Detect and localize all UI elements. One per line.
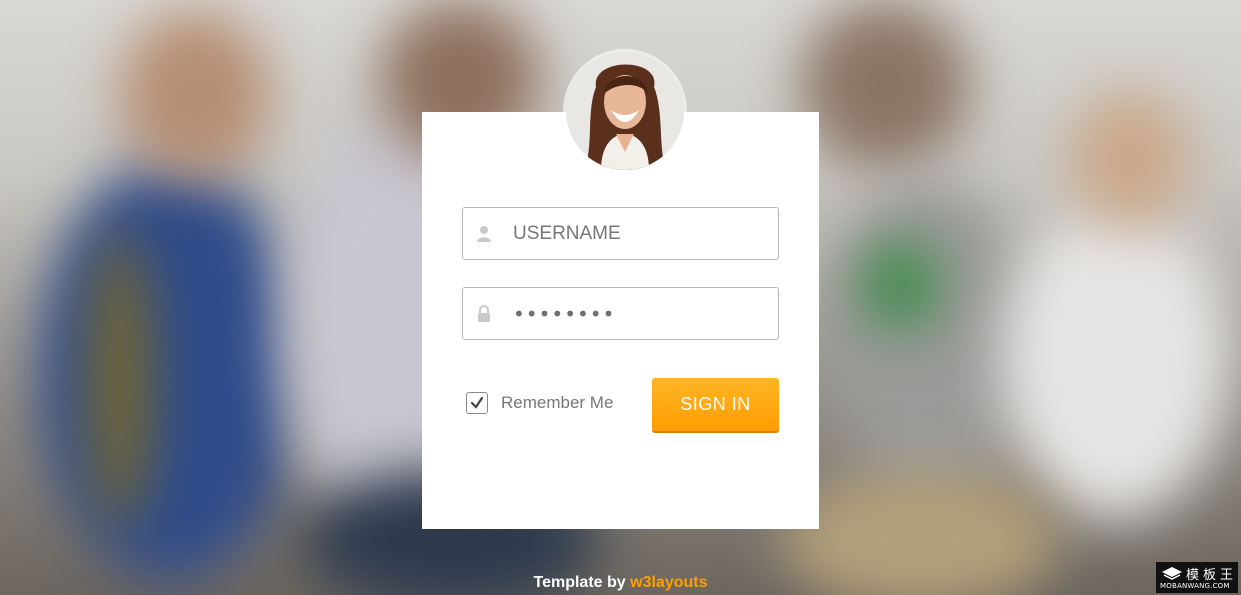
user-icon — [475, 225, 493, 243]
password-input[interactable]: •••••••• — [513, 302, 615, 326]
watermark-title: 模板王 — [1186, 568, 1238, 583]
remember-me[interactable]: Remember Me — [466, 392, 613, 414]
lock-icon — [475, 305, 493, 323]
footer-credit: Template by w3layouts — [0, 574, 1241, 592]
password-field[interactable]: •••••••• — [462, 287, 779, 340]
footer-prefix: Template by — [533, 574, 631, 591]
footer-brand-link[interactable]: w3layouts — [630, 574, 707, 591]
watermark-icon — [1162, 567, 1182, 580]
remember-label: Remember Me — [501, 393, 614, 412]
sign-in-button[interactable]: SIGN IN — [652, 378, 779, 431]
watermark-logo: 模板王 MOBANWANG.COM — [1156, 562, 1238, 593]
remember-checkbox[interactable] — [466, 392, 488, 414]
user-avatar — [566, 52, 684, 170]
checkmark-icon — [470, 396, 484, 409]
username-input[interactable] — [513, 208, 768, 259]
username-field[interactable] — [462, 207, 779, 260]
watermark-url: MOBANWANG.COM — [1160, 582, 1230, 590]
